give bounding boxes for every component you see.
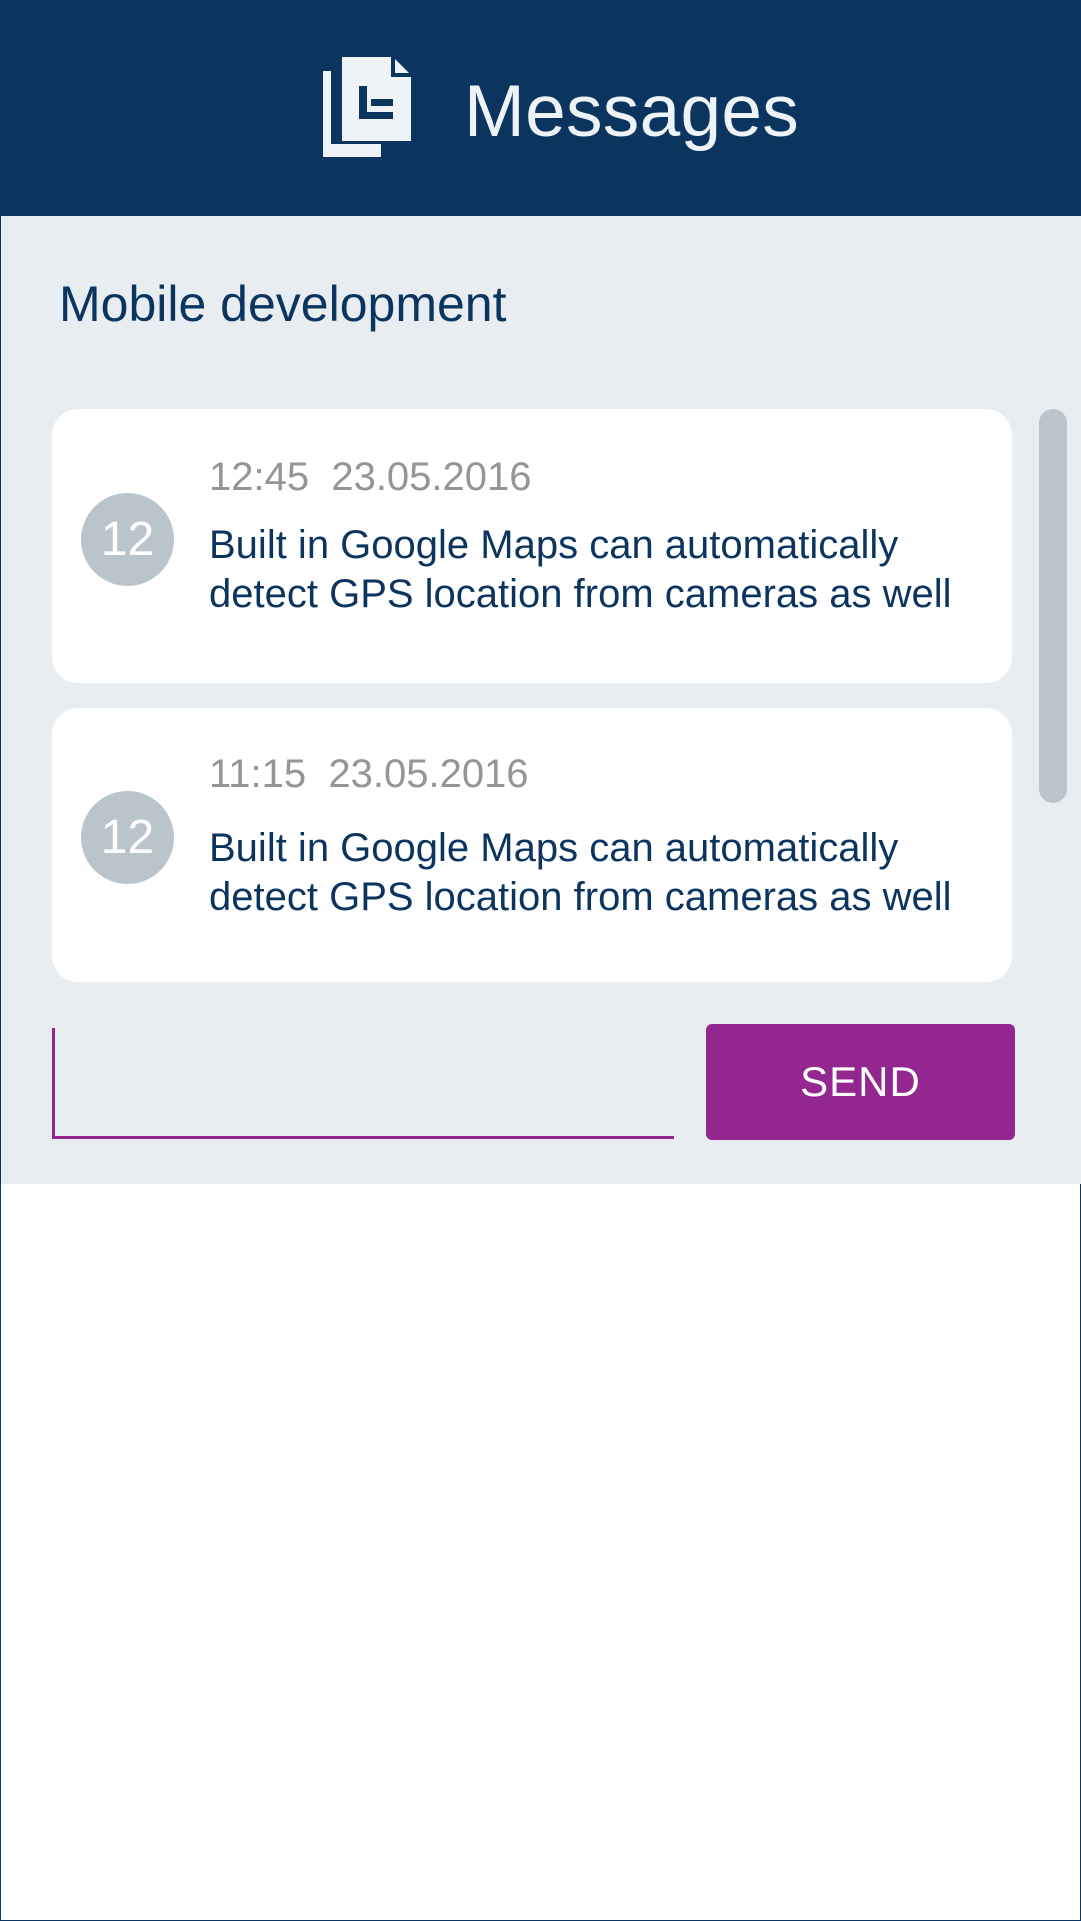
channel-title: Mobile development xyxy=(59,276,507,332)
messages-panel: Mobile development 12 12:45 23.05.2016 B… xyxy=(1,216,1081,1184)
message-input[interactable] xyxy=(52,1028,674,1139)
message-text: Built in Google Maps can automatically d… xyxy=(209,523,952,616)
app-header: Messages xyxy=(1,1,1081,216)
message-timestamp: 11:15 23.05.2016 xyxy=(209,752,529,796)
message-timestamp: 12:45 23.05.2016 xyxy=(209,455,532,499)
page-title: Messages xyxy=(464,71,800,152)
avatar: 12 xyxy=(81,493,174,586)
message-text: Built in Google Maps can automatically d… xyxy=(209,826,952,919)
message-card[interactable]: 12 12:45 23.05.2016 Built in Google Maps… xyxy=(52,409,1012,683)
message-card[interactable]: 12 11:15 23.05.2016 Built in Google Maps… xyxy=(52,708,1012,982)
documents-icon xyxy=(323,55,411,157)
send-button[interactable]: SEND xyxy=(706,1024,1015,1140)
message-list-scrollbar[interactable] xyxy=(1039,409,1067,803)
avatar: 12 xyxy=(81,791,174,884)
